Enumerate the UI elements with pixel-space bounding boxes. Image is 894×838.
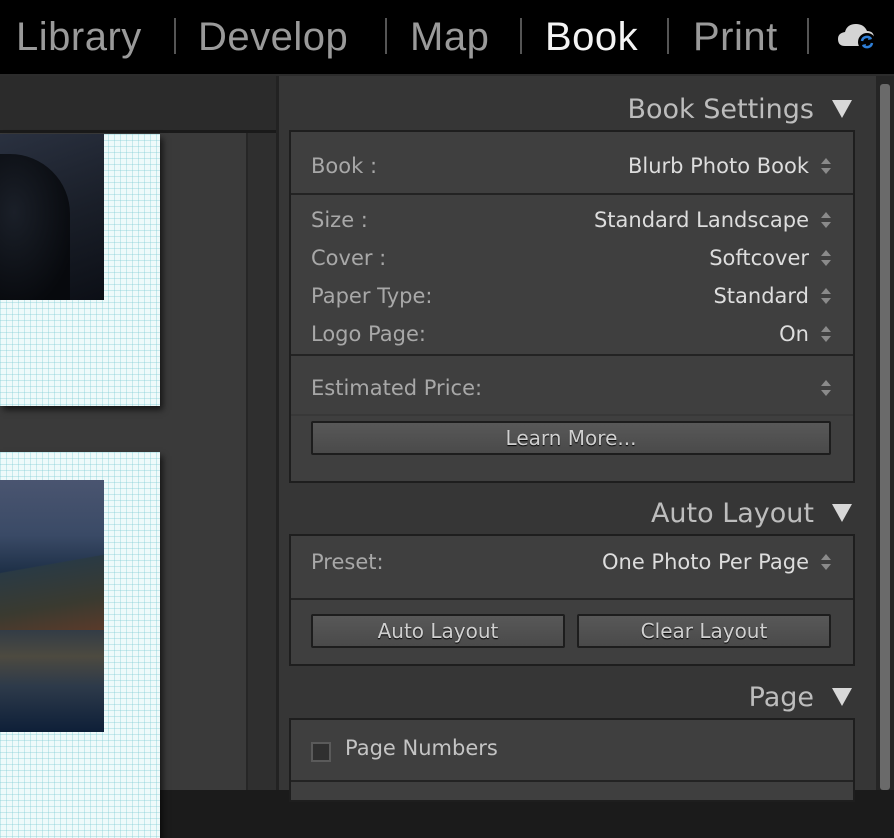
logo-page-row[interactable]: Logo Page: On <box>311 316 831 352</box>
page-header[interactable]: Page <box>276 674 852 720</box>
module-map[interactable]: Map <box>410 0 489 74</box>
paper-type-value[interactable]: Standard <box>713 284 809 308</box>
stepper-icon[interactable] <box>821 211 831 229</box>
preset-row[interactable]: Preset: One Photo Per Page <box>311 544 831 580</box>
book-row[interactable]: Book : Blurb Photo Book <box>311 148 831 184</box>
book-value[interactable]: Blurb Photo Book <box>628 154 809 178</box>
logo-page-label: Logo Page: <box>311 322 426 346</box>
auto-layout-box: Preset: One Photo Per Page Auto Layout C… <box>289 534 855 666</box>
divider <box>291 780 853 782</box>
estimated-price-label: Estimated Price: <box>311 376 483 400</box>
section-title: Book Settings <box>627 93 814 125</box>
divider <box>291 354 853 356</box>
book-settings-header[interactable]: Book Settings <box>276 86 852 132</box>
scrollbar-thumb[interactable] <box>880 84 890 790</box>
module-separator <box>667 18 669 54</box>
section-title: Page <box>748 681 814 713</box>
stepper-icon[interactable] <box>821 157 831 175</box>
divider <box>291 414 853 416</box>
size-value[interactable]: Standard Landscape <box>594 208 809 232</box>
canvas-toolbar <box>0 76 276 133</box>
page-numbers-label[interactable]: Page Numbers <box>345 736 498 760</box>
cover-value[interactable]: Softcover <box>709 246 809 270</box>
cover-row[interactable]: Cover : Softcover <box>311 240 831 276</box>
page-numbers-checkbox[interactable] <box>311 742 331 762</box>
module-develop[interactable]: Develop <box>198 0 348 74</box>
book-label: Book : <box>311 154 378 178</box>
book-canvas[interactable] <box>0 76 276 838</box>
page-photo[interactable] <box>0 134 104 300</box>
collapse-triangle-icon[interactable] <box>832 100 852 118</box>
book-page[interactable] <box>0 134 160 406</box>
book-settings-box: Book : Blurb Photo Book Size : Standard … <box>289 130 855 483</box>
logo-page-value[interactable]: On <box>779 322 809 346</box>
stepper-icon[interactable] <box>821 249 831 267</box>
stepper-icon[interactable] <box>821 379 831 397</box>
module-picker: Library Develop Map Book Print <box>0 0 894 76</box>
module-separator <box>385 18 387 54</box>
cloud-sync-icon[interactable] <box>836 20 880 54</box>
divider <box>291 598 853 600</box>
preset-value[interactable]: One Photo Per Page <box>602 550 809 574</box>
page-photo[interactable] <box>0 480 104 732</box>
module-print[interactable]: Print <box>693 0 778 74</box>
divider <box>291 193 853 195</box>
stepper-icon[interactable] <box>821 287 831 305</box>
estimated-price-row[interactable]: Estimated Price: <box>311 370 831 406</box>
photo-subject <box>0 154 70 300</box>
preset-label: Preset: <box>311 550 384 574</box>
paper-type-label: Paper Type: <box>311 284 433 308</box>
module-separator <box>807 18 809 54</box>
canvas-scrollbar[interactable] <box>246 133 276 790</box>
collapse-triangle-icon[interactable] <box>832 504 852 522</box>
learn-more-button[interactable]: Learn More... <box>311 421 831 455</box>
photo-landscape <box>0 540 104 630</box>
stepper-icon[interactable] <box>821 325 831 343</box>
auto-layout-header[interactable]: Auto Layout <box>276 490 852 536</box>
stepper-icon[interactable] <box>821 553 831 571</box>
page-box: Page Numbers <box>289 718 855 802</box>
cover-label: Cover : <box>311 246 387 270</box>
book-page[interactable] <box>0 452 160 838</box>
paper-type-row[interactable]: Paper Type: Standard <box>311 278 831 314</box>
size-label: Size : <box>311 208 368 232</box>
module-separator <box>520 18 522 54</box>
clear-layout-button[interactable]: Clear Layout <box>577 614 831 648</box>
module-library[interactable]: Library <box>16 0 142 74</box>
auto-layout-button[interactable]: Auto Layout <box>311 614 565 648</box>
section-title: Auto Layout <box>650 497 814 529</box>
size-row[interactable]: Size : Standard Landscape <box>311 202 831 238</box>
module-book[interactable]: Book <box>545 0 638 74</box>
panel-scrollbar[interactable] <box>876 76 894 790</box>
module-separator <box>174 18 176 54</box>
collapse-triangle-icon[interactable] <box>832 688 852 706</box>
